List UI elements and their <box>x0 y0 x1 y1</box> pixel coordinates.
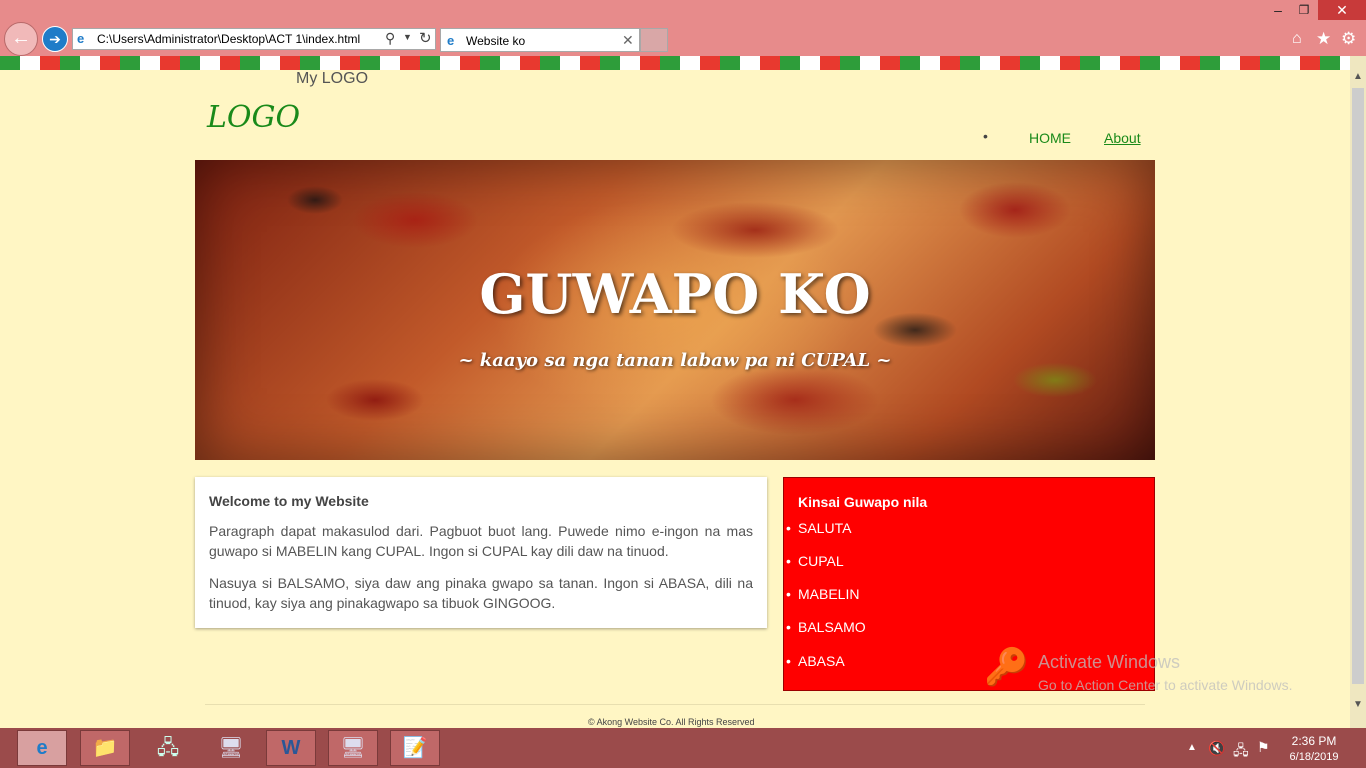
taskbar-notepad-button[interactable]: 📝 <box>390 730 440 766</box>
back-icon: ← <box>11 27 31 49</box>
clock-date[interactable]: 6/18/2019 <box>1284 751 1344 763</box>
nav-about-link[interactable]: About <box>1104 130 1141 146</box>
monitor-icon: 🖥 <box>340 737 366 759</box>
sidebar-item: • MABELIN <box>786 586 860 602</box>
footer-divider <box>205 704 1145 705</box>
minimize-button[interactable]: – <box>1266 0 1290 20</box>
bullet-icon: • <box>786 553 791 569</box>
notepad-icon: 📝 <box>402 737 428 759</box>
nav-home-link[interactable]: HOME <box>1029 130 1071 146</box>
taskbar-file-explorer-button[interactable]: 📁 <box>80 730 130 766</box>
folder-icon: 📁 <box>92 737 118 759</box>
hero-subtitle: ~ kaayo sa nga tanan labaw pa ni CUPAL ~ <box>458 350 892 371</box>
sidebar-item: • SALUTA <box>786 520 852 536</box>
volume-muted-icon[interactable]: 🔇 <box>1208 740 1225 757</box>
bullet-icon: • <box>786 653 791 669</box>
welcome-paragraph-1: Paragraph dapat makasulod dari. Pagbuot … <box>209 523 753 559</box>
back-button[interactable]: ← <box>4 22 38 56</box>
restore-button[interactable]: ❐ <box>1292 0 1316 20</box>
home-icon[interactable]: ⌂ <box>1292 30 1302 48</box>
welcome-heading: Welcome to my Website <box>209 493 369 509</box>
taskbar: e 📁 🖧 🖥 W 🖥 📝 <box>0 728 1366 768</box>
forward-icon: ➔ <box>49 31 61 47</box>
new-tab-button[interactable] <box>640 28 668 52</box>
tab-title: Website ko <box>466 34 526 48</box>
network-icon: 🖧 <box>156 737 180 759</box>
decorative-stripe <box>0 56 1350 70</box>
bullet-icon: • <box>786 619 791 635</box>
ie-icon: e <box>447 33 455 48</box>
address-bar[interactable]: e C:\Users\Administrator\Desktop\ACT 1\i… <box>72 28 436 50</box>
network-status-icon[interactable]: 🖧 <box>1233 740 1249 764</box>
scroll-up-icon[interactable]: ▲ <box>1350 68 1366 86</box>
footer-copyright: © Akong Website Co. All Rights Reserved <box>588 717 755 727</box>
sidebar-item: • ABASA <box>786 653 845 669</box>
my-logo-text: My LOGO <box>296 70 369 87</box>
hero-title: GUWAPO KO <box>479 262 871 326</box>
star-icon[interactable]: ★ <box>1316 29 1331 49</box>
taskbar-remote-desktop-button[interactable]: 🖥 <box>206 730 256 766</box>
close-icon[interactable]: ✕ <box>622 32 634 49</box>
sidebar-item: • CUPAL <box>786 553 844 569</box>
dropdown-icon[interactable]: ▼ <box>403 32 412 42</box>
action-center-flag-icon[interactable]: ⚑ <box>1257 739 1270 756</box>
welcome-paragraph-2: Nasuya si BALSAMO, siya daw ang pinaka g… <box>209 575 753 611</box>
browser-tab[interactable]: e Website ko ✕ <box>440 28 640 52</box>
bullet-icon: • <box>786 520 791 536</box>
welcome-panel: Welcome to my Website Paragraph dapat ma… <box>195 477 767 628</box>
hero-banner: GUWAPO KO ~ kaayo sa nga tanan labaw pa … <box>195 160 1155 460</box>
sidebar-item: • BALSAMO <box>786 619 866 635</box>
taskbar-ie-button[interactable]: e <box>17 730 67 766</box>
search-icon[interactable]: ⚲ <box>385 30 395 47</box>
taskbar-network-button[interactable]: 🖧 <box>143 730 193 766</box>
gear-icon[interactable]: ⚙ <box>1341 29 1356 49</box>
site-logo[interactable]: LOGO <box>207 100 300 135</box>
ie-icon: e <box>77 31 85 46</box>
monitor-icon: 🖥 <box>218 737 244 759</box>
clock-time[interactable]: 2:36 PM <box>1289 734 1339 748</box>
word-icon: W <box>281 737 301 759</box>
tray-overflow-icon[interactable]: ▲ <box>1187 742 1197 753</box>
key-icon: 🔑 <box>984 646 1029 687</box>
refresh-icon[interactable]: ↻ <box>419 29 432 47</box>
bullet-icon: • <box>786 586 791 602</box>
nav-bullet-icon: • <box>983 128 988 144</box>
ie-icon: e <box>36 737 48 759</box>
address-text[interactable]: C:\Users\Administrator\Desktop\ACT 1\ind… <box>97 32 360 46</box>
activate-windows-subtitle: Go to Action Center to activate Windows. <box>1038 677 1293 693</box>
taskbar-word-button[interactable]: W <box>266 730 316 766</box>
forward-button[interactable]: ➔ <box>42 26 68 52</box>
taskbar-remote-desktop-button-2[interactable]: 🖥 <box>328 730 378 766</box>
sidebar-heading: Kinsai Guwapo nila <box>798 494 928 510</box>
activate-windows-title: Activate Windows <box>1038 652 1181 672</box>
close-window-button[interactable]: ✕ <box>1318 0 1366 20</box>
scroll-down-icon[interactable]: ▼ <box>1350 696 1366 714</box>
scroll-thumb[interactable] <box>1352 88 1364 684</box>
